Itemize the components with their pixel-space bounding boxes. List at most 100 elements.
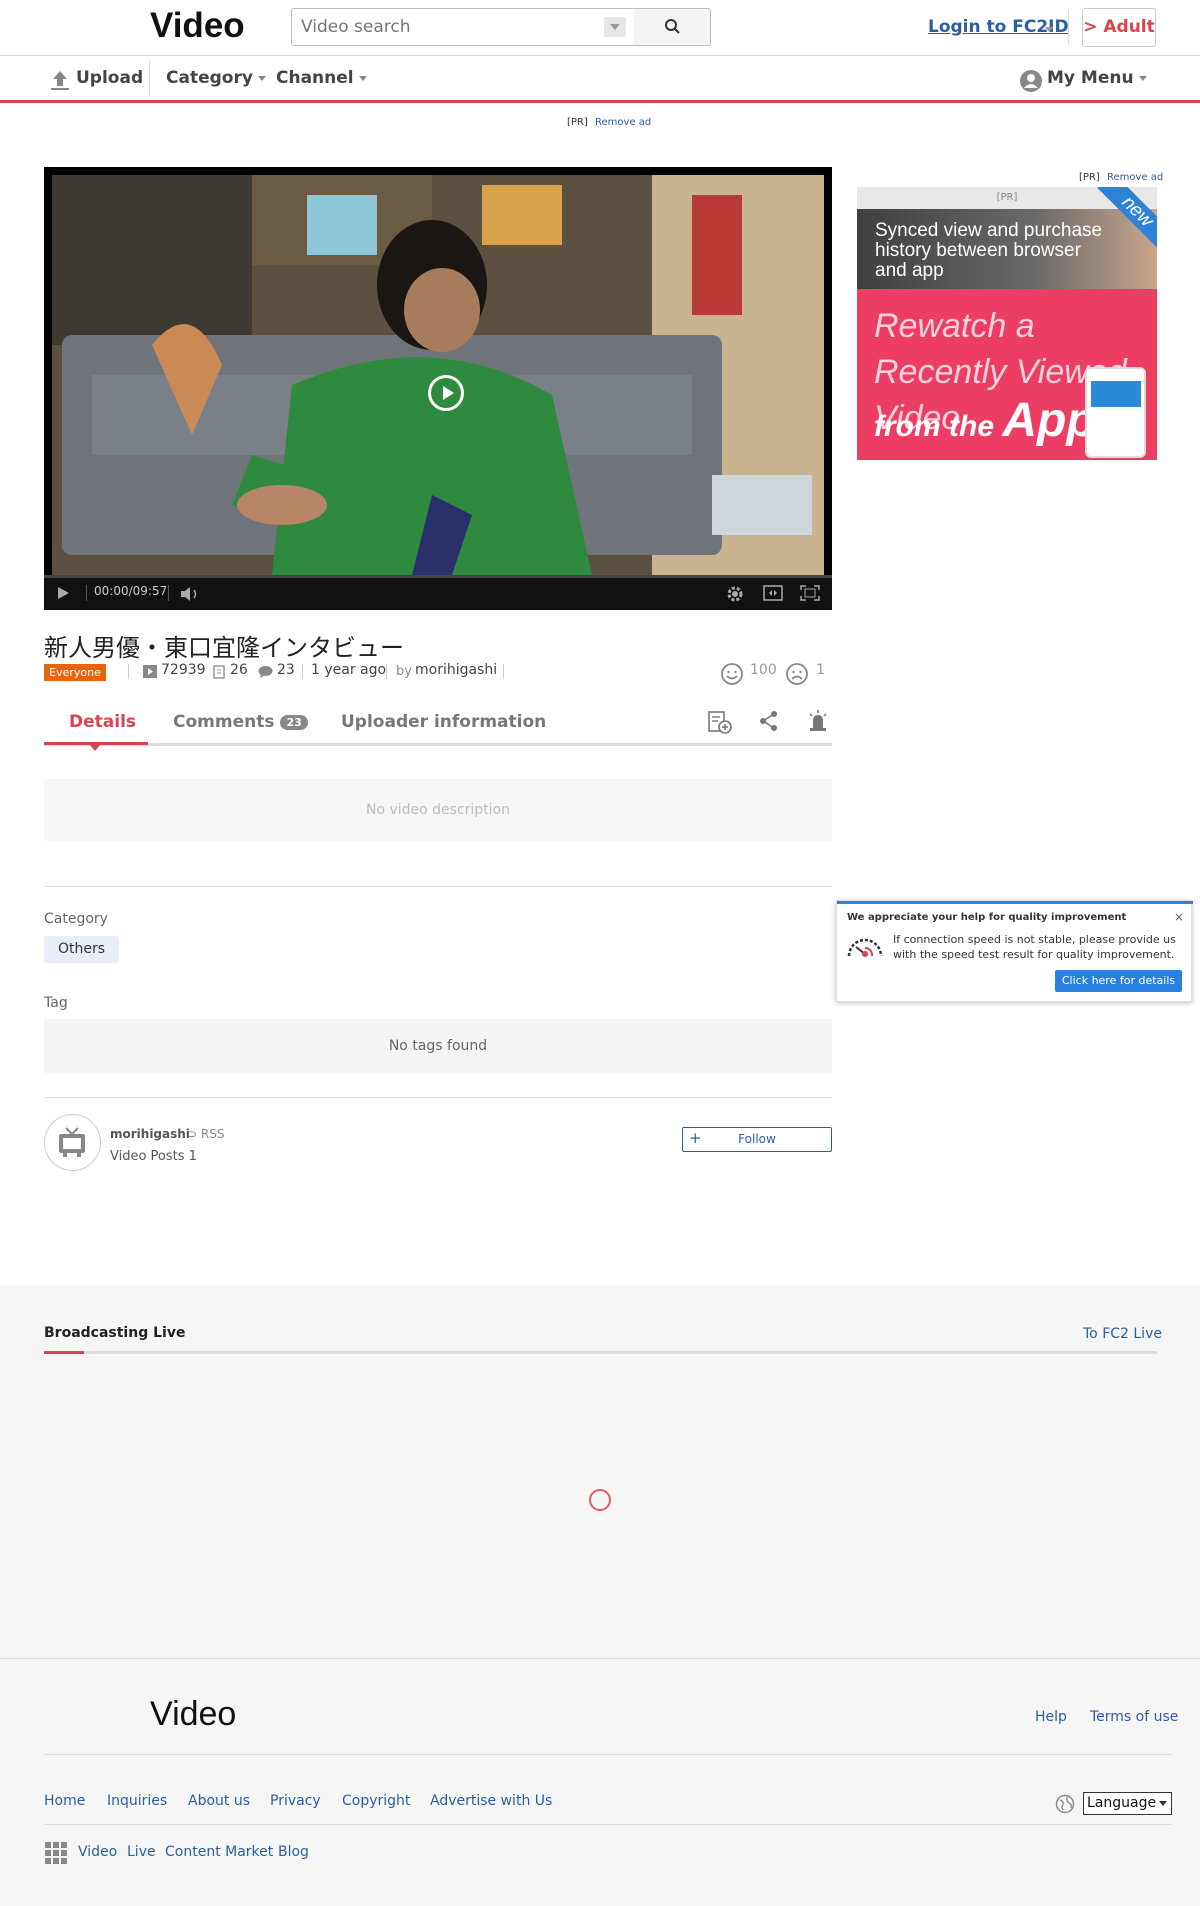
footer-link-home[interactable]: Home: [44, 1793, 85, 1809]
footer-link-advertise[interactable]: Advertise with Us: [430, 1793, 552, 1809]
divider: [386, 664, 387, 679]
tv-icon: [59, 1127, 85, 1157]
ad-from-text: from the: [874, 410, 994, 443]
active-tab-pointer: [90, 745, 100, 751]
tab-uploader-info[interactable]: Uploader information: [341, 712, 546, 732]
ad-app-word: App: [1002, 394, 1096, 447]
service-link-content-market[interactable]: Content Market: [165, 1844, 273, 1860]
ad-app-text: from the App: [874, 393, 1096, 448]
loading-spinner: [589, 1489, 611, 1511]
broadcasting-live-section: Broadcasting Live To FC2 Live: [0, 1285, 1200, 1659]
notice-details-button[interactable]: Click here for details: [1055, 970, 1182, 992]
uploader-link[interactable]: morihigashi: [415, 662, 497, 678]
tab-details[interactable]: Details: [69, 712, 136, 732]
fc2-live-link[interactable]: To FC2 Live: [1083, 1326, 1162, 1342]
comment-bubble-icon: [258, 666, 273, 678]
chevron-down-icon: [358, 75, 367, 81]
upload-icon: [51, 71, 69, 90]
phone-image: [1085, 367, 1146, 458]
chevron-down-icon: [257, 75, 266, 81]
video-description: No video description: [44, 779, 832, 841]
service-link-live[interactable]: Live: [127, 1844, 156, 1860]
globe-icon: [1055, 1794, 1075, 1814]
nav-upload[interactable]: Upload: [76, 68, 143, 88]
video-tabs: Details Comments 23 Uploader information: [44, 700, 832, 751]
service-link-video[interactable]: Video: [78, 1844, 117, 1860]
footer-logo[interactable]: Video: [150, 1695, 236, 1734]
report-alarm-icon[interactable]: [807, 709, 829, 733]
like-smiley-icon[interactable]: [720, 662, 744, 686]
nav-my-menu-label: My Menu: [1047, 68, 1134, 88]
fullscreen-icon[interactable]: [800, 585, 820, 601]
chevron-down-icon: [1045, 27, 1053, 32]
rss-label: RSS: [200, 1127, 225, 1141]
volume-icon[interactable]: [180, 586, 202, 602]
share-icon[interactable]: [758, 710, 780, 732]
dislike-count: 1: [816, 662, 825, 678]
uploader-avatar[interactable]: [44, 1114, 101, 1171]
service-link-blog[interactable]: Blog: [278, 1844, 309, 1860]
sidebar-ad-banner[interactable]: [PR] Synced view and purchase history be…: [857, 187, 1157, 460]
close-icon[interactable]: ×: [1174, 910, 1184, 924]
search-dropdown-button[interactable]: [604, 17, 626, 37]
remove-ad-link[interactable]: Remove ad: [595, 117, 651, 128]
posted-time: 1 year ago: [311, 662, 387, 678]
category-label: Category: [44, 911, 108, 927]
tab-comments-label: Comments: [173, 712, 275, 732]
remove-ad-link[interactable]: Remove ad: [1107, 172, 1163, 183]
site-logo[interactable]: Video: [150, 6, 245, 46]
player-controls: 00:00/09:57: [44, 575, 832, 610]
tab-comments[interactable]: Comments 23: [173, 712, 308, 732]
nav-my-menu[interactable]: My Menu: [1047, 68, 1147, 88]
like-count: 100: [750, 662, 777, 678]
rss-link[interactable]: ⊃ RSS: [187, 1127, 224, 1141]
nav-category[interactable]: Category: [166, 68, 266, 88]
divider: [44, 886, 832, 887]
tag-label: Tag: [44, 995, 68, 1011]
video-frame[interactable]: [52, 175, 824, 575]
settings-gear-icon[interactable]: [726, 585, 744, 603]
notice-title: We appreciate your help for quality impr…: [847, 912, 1127, 923]
adult-button[interactable]: > Adult: [1082, 8, 1156, 47]
pr-label: [PR]: [567, 117, 588, 128]
add-to-playlist-icon[interactable]: [707, 709, 733, 735]
follow-button[interactable]: + Follow: [682, 1127, 832, 1152]
time-display: 00:00/09:57: [94, 584, 168, 598]
section-underline-accent: [44, 1351, 84, 1354]
video-posts-count: Video Posts 1: [110, 1149, 197, 1164]
view-count: 72939: [161, 662, 206, 678]
footer-link-inquiries[interactable]: Inquiries: [107, 1793, 167, 1809]
divider: [128, 664, 129, 679]
video-player[interactable]: 00:00/09:57: [44, 167, 832, 610]
ad-synced-text: Synced view and purchase history between…: [875, 220, 1103, 281]
play-icon[interactable]: [56, 586, 70, 600]
nav-channel[interactable]: Channel: [276, 68, 367, 88]
footer-link-privacy[interactable]: Privacy: [270, 1793, 321, 1809]
theater-mode-icon[interactable]: [763, 585, 783, 601]
search-input[interactable]: [292, 9, 592, 45]
dislike-frown-icon[interactable]: [785, 662, 809, 686]
category-chip[interactable]: Others: [44, 936, 120, 963]
play-overlay-button[interactable]: [428, 375, 464, 411]
footer-link-about[interactable]: About us: [188, 1793, 250, 1809]
plus-icon: +: [689, 1129, 702, 1147]
section-underline: [44, 1351, 1157, 1354]
terms-link[interactable]: Terms of use: [1090, 1709, 1178, 1725]
phone-screen: [1091, 381, 1141, 407]
uploader-name-link[interactable]: morihigashi: [110, 1127, 190, 1141]
views-icon: [143, 665, 157, 678]
notice-top-bar: [837, 901, 1193, 904]
nav-channel-label: Channel: [276, 68, 354, 88]
language-select[interactable]: Language: [1083, 1792, 1172, 1815]
footer-link-copyright[interactable]: Copyright: [342, 1793, 410, 1809]
video-thumbnail-image: [52, 175, 824, 575]
search-button[interactable]: [634, 8, 711, 46]
comment-count-badge: 23: [280, 714, 308, 730]
divider: [149, 61, 150, 97]
nav-category-label: Category: [166, 68, 253, 88]
progress-bar[interactable]: [44, 575, 832, 578]
apps-grid-icon: [44, 1841, 67, 1864]
top-ad-label: [PR] Remove ad: [567, 117, 651, 128]
chevron-down-icon: [1159, 1801, 1167, 1806]
help-link[interactable]: Help: [1035, 1709, 1067, 1725]
